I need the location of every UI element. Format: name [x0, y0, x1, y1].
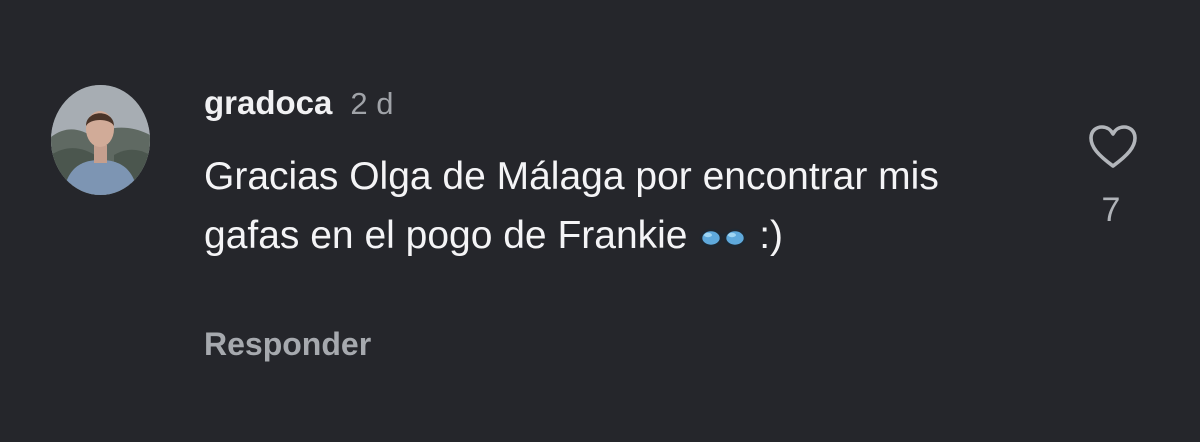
reply-button[interactable]: Responder [204, 326, 371, 363]
comment-header: gradoca 2 d [204, 84, 393, 128]
comment-text-end: :) [759, 214, 784, 257]
like-count: 7 [1101, 191, 1121, 229]
comment-timestamp: 2 d [350, 86, 394, 121]
username-link[interactable]: gradoca [204, 84, 332, 122]
comment-text-main: Gracias Olga de Málaga por encontrar mis… [204, 155, 939, 257]
comment-item: gradoca 2 d Gracias Olga de Málaga por e… [0, 0, 1200, 442]
avatar[interactable] [51, 85, 150, 195]
like-button[interactable] [1088, 124, 1138, 172]
glasses-icon [698, 208, 748, 248]
heart-outline-icon [1089, 125, 1137, 168]
comment-text: Gracias Olga de Málaga por encontrar mis… [204, 147, 1004, 265]
